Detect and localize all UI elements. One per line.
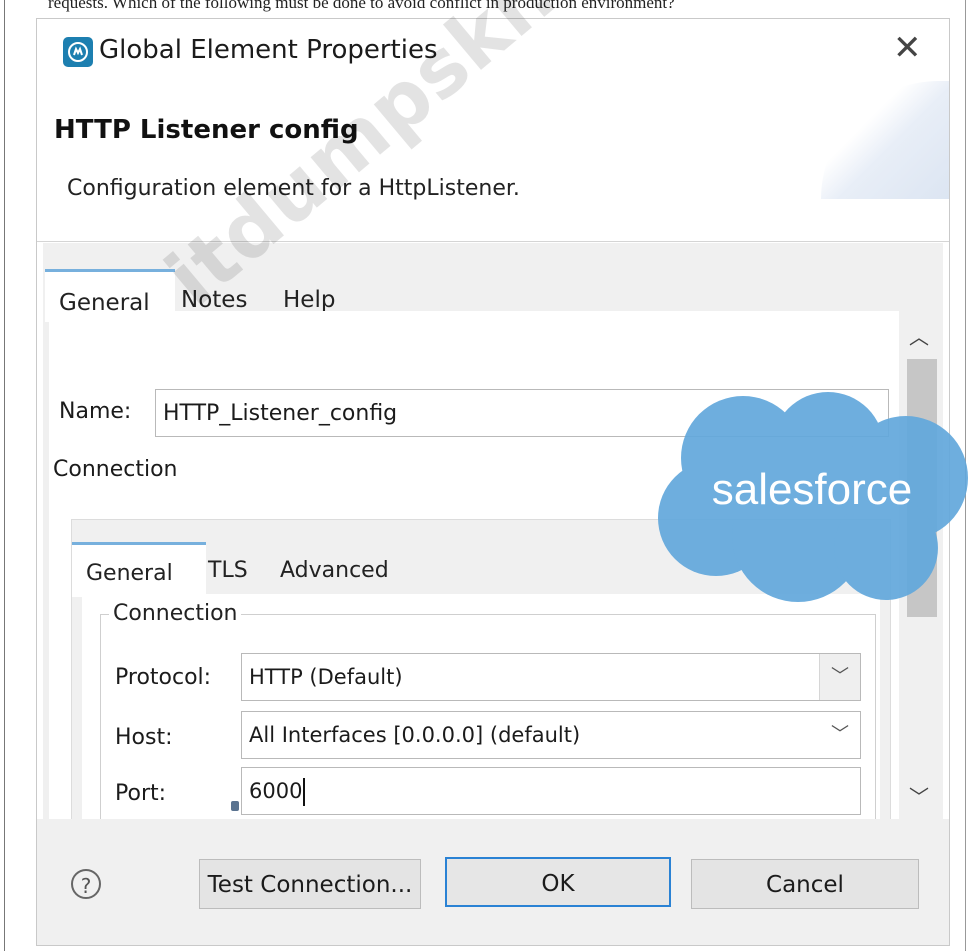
text-caret — [303, 778, 306, 806]
anypoint-studio-icon — [63, 37, 93, 67]
connection-section-label: Connection — [53, 457, 178, 482]
connection-group-title: Connection — [109, 601, 242, 626]
header-banner-graphic — [821, 81, 949, 199]
protocol-value: HTTP (Default) — [249, 665, 403, 689]
salesforce-logo-text: salesforce — [712, 465, 913, 514]
config-description: Configuration element for a HttpListener… — [67, 176, 520, 201]
port-label: Port: — [115, 781, 167, 806]
name-label: Name: — [59, 399, 132, 424]
chevron-up-icon[interactable]: ︿ — [909, 321, 929, 350]
page-left-border — [4, 0, 5, 951]
dialog-titlebar: Global Element Properties ✕ — [37, 19, 949, 85]
header-separator — [37, 241, 949, 242]
dialog-footer: ? Test Connection... OK Cancel — [37, 819, 949, 945]
chevron-down-icon[interactable]: ﹀ — [819, 654, 860, 700]
host-value: All Interfaces [0.0.0.0] (default) — [249, 723, 581, 747]
chevron-down-icon[interactable]: ﹀ — [820, 712, 860, 758]
test-connection-button[interactable]: Test Connection... — [199, 859, 421, 909]
config-heading: HTTP Listener config — [54, 115, 359, 145]
host-label: Host: — [115, 725, 173, 750]
dialog-title: Global Element Properties — [99, 35, 438, 65]
inner-tab-general[interactable]: General — [72, 542, 206, 597]
chevron-down-icon[interactable]: ﹀ — [909, 781, 929, 810]
protocol-label: Protocol: — [115, 665, 212, 690]
port-value: 6000 — [249, 779, 303, 803]
close-icon[interactable]: ✕ — [893, 31, 922, 65]
info-icon — [231, 801, 239, 811]
protocol-select[interactable]: HTTP (Default) ﹀ — [241, 653, 861, 701]
inner-tab-tls[interactable]: TLS — [208, 542, 248, 594]
salesforce-logo: salesforce — [658, 392, 968, 602]
host-select[interactable]: All Interfaces [0.0.0.0] (default) ﹀ — [241, 711, 861, 759]
port-input[interactable]: 6000 — [241, 767, 861, 815]
help-icon[interactable]: ? — [71, 869, 101, 899]
inner-tab-advanced[interactable]: Advanced — [280, 542, 389, 594]
cancel-button[interactable]: Cancel — [691, 859, 919, 909]
ok-button[interactable]: OK — [445, 857, 671, 907]
